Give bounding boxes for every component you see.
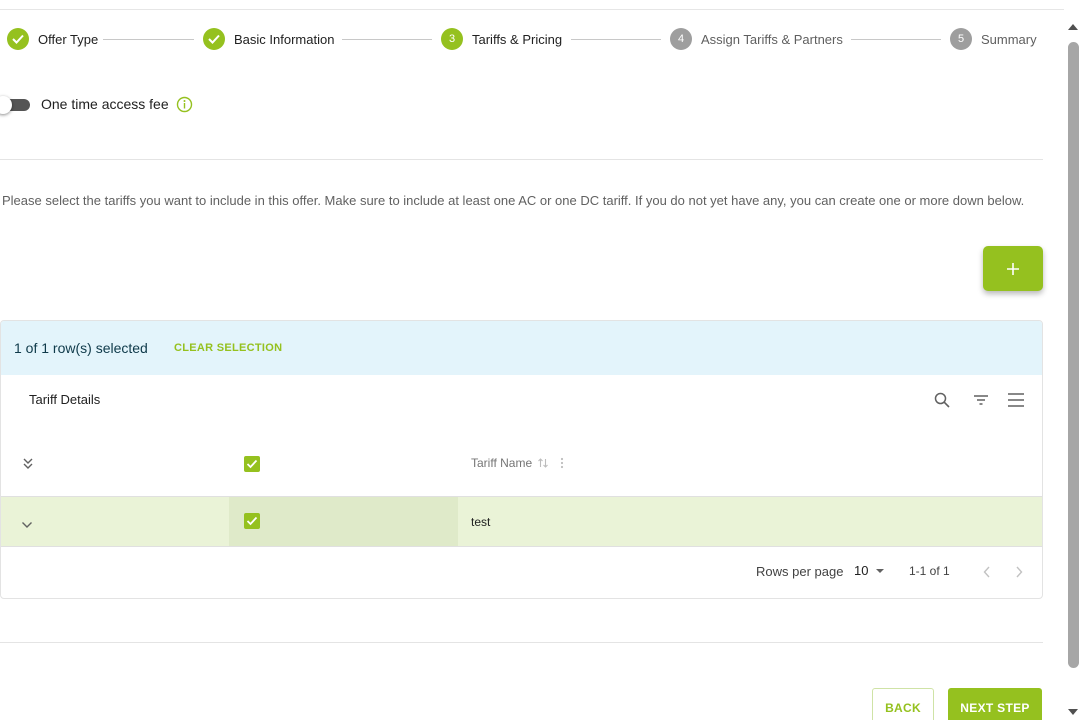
previous-page-icon[interactable]: [980, 564, 994, 580]
step-connector: [103, 39, 194, 40]
step-assign-tariffs-partners[interactable]: 4 Assign Tariffs & Partners: [670, 28, 843, 50]
scroll-up-icon[interactable]: [1068, 24, 1078, 30]
step-number: 5: [950, 28, 972, 50]
step-label: Tariffs & Pricing: [472, 31, 563, 47]
tariff-name-cell: test: [471, 515, 491, 529]
info-icon[interactable]: [176, 96, 193, 113]
tariff-table: 1 of 1 row(s) selected CLEAR SELECTION T…: [0, 320, 1043, 599]
pagination-range: 1-1 of 1: [909, 564, 950, 578]
filter-icon[interactable]: [970, 389, 992, 411]
column-header-tariff-name[interactable]: Tariff Name: [471, 456, 565, 470]
clear-selection-button[interactable]: CLEAR SELECTION: [174, 342, 282, 354]
check-icon: [203, 28, 225, 50]
row-checkbox[interactable]: [244, 513, 260, 529]
selection-count: 1 of 1 row(s) selected: [14, 340, 148, 356]
pagination-bar: Rows per page 10 1-1 of 1: [1, 548, 1042, 598]
toggle-thumb: [0, 96, 12, 114]
step-connector: [851, 39, 941, 40]
step-basic-information[interactable]: Basic Information: [203, 28, 334, 50]
step-tariffs-pricing[interactable]: 3 Tariffs & Pricing: [441, 28, 562, 50]
rows-per-page-value: 10: [854, 563, 869, 578]
next-page-icon[interactable]: [1012, 564, 1026, 580]
step-label: Basic Information: [234, 31, 335, 47]
step-label: Summary: [981, 31, 1037, 47]
search-icon[interactable]: [931, 389, 953, 411]
section-divider: [0, 159, 1043, 160]
scroll-down-icon[interactable]: [1068, 709, 1078, 715]
column-header-label: Tariff Name: [471, 456, 533, 470]
selection-bar: 1 of 1 row(s) selected CLEAR SELECTION: [1, 321, 1042, 375]
columns-icon[interactable]: [1005, 389, 1027, 411]
next-step-button[interactable]: NEXT STEP: [948, 688, 1042, 720]
step-number: 4: [670, 28, 692, 50]
step-label: Offer Type: [38, 31, 99, 47]
offer-wizard-page: Offer Type Basic Information 3 Tariffs &…: [0, 0, 1082, 720]
column-menu-icon[interactable]: [559, 456, 565, 470]
chevron-down-icon[interactable]: [21, 516, 33, 534]
table-header-row: Tariff Name: [1, 431, 1042, 497]
plus-icon: [1007, 262, 1019, 275]
instructions-text: Please select the tariffs you want to in…: [2, 193, 1025, 208]
step-label: Assign Tariffs & Partners: [701, 31, 843, 47]
step-summary[interactable]: 5 Summary: [950, 28, 1037, 50]
step-connector: [571, 39, 661, 40]
add-tariff-button[interactable]: [983, 246, 1043, 291]
sort-icon[interactable]: [537, 457, 549, 469]
back-button[interactable]: BACK: [872, 688, 934, 720]
step-connector: [342, 39, 432, 40]
step-number: 3: [441, 28, 463, 50]
page-scrollbar[interactable]: [1064, 0, 1082, 720]
rows-per-page-label: Rows per page: [756, 564, 844, 579]
footer-divider: [0, 642, 1043, 643]
selection-cell: [229, 497, 458, 546]
table-title: Tariff Details: [29, 392, 101, 407]
step-offer-type[interactable]: Offer Type: [7, 28, 98, 50]
scrollbar-thumb[interactable]: [1068, 42, 1079, 668]
select-all-checkbox[interactable]: [244, 456, 260, 472]
caret-down-icon: [876, 568, 885, 573]
access-fee-toggle[interactable]: [0, 96, 33, 114]
check-icon: [7, 28, 29, 50]
table-row[interactable]: test: [1, 497, 1042, 547]
top-divider: [0, 9, 1064, 10]
access-fee-label: One time access fee: [41, 96, 169, 112]
expand-all-icon[interactable]: [22, 457, 34, 476]
rows-per-page-select[interactable]: 10: [854, 563, 885, 578]
